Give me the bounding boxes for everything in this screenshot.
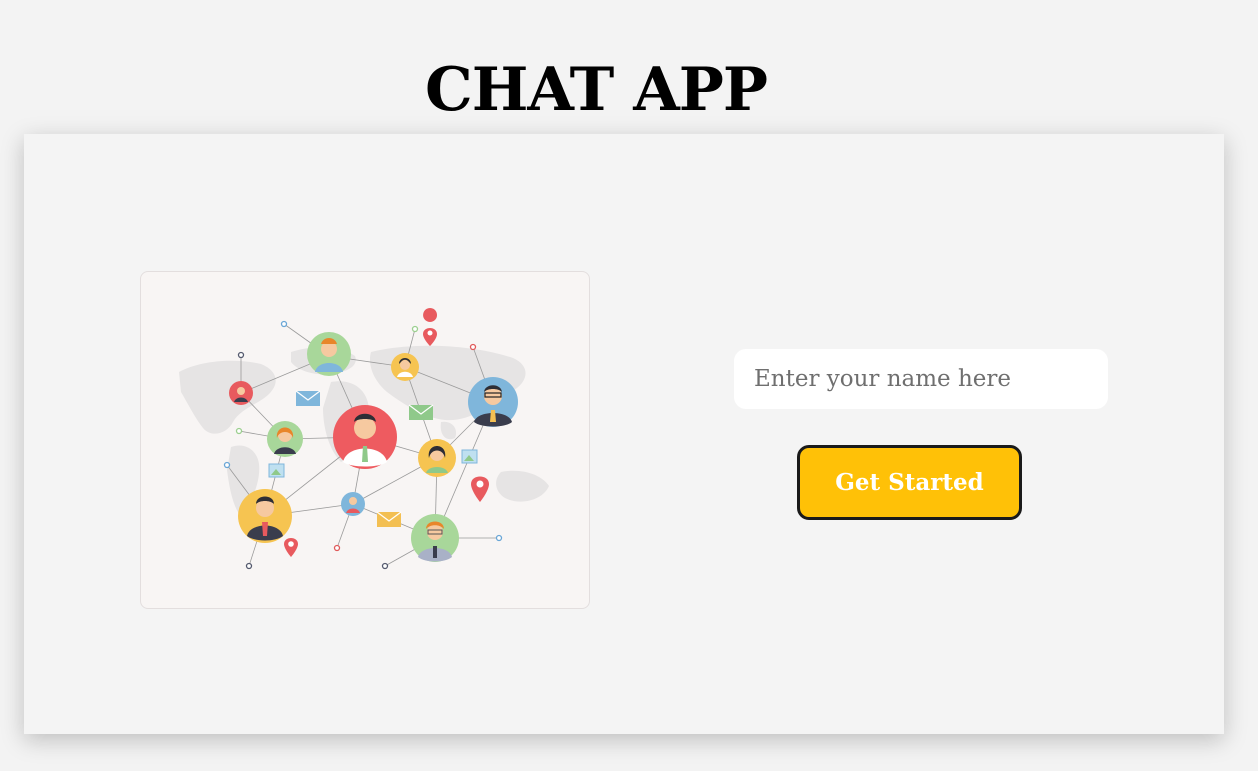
name-input[interactable] bbox=[734, 349, 1108, 409]
network-illustration-graphic bbox=[179, 308, 549, 570]
page: CHAT APP Enter your name here Get Starte… bbox=[0, 0, 1258, 771]
main-card: Get Started bbox=[24, 134, 1224, 734]
network-illustration bbox=[140, 271, 590, 609]
page-title: CHAT APP bbox=[424, 55, 768, 125]
get-started-button[interactable]: Get Started bbox=[797, 445, 1022, 520]
